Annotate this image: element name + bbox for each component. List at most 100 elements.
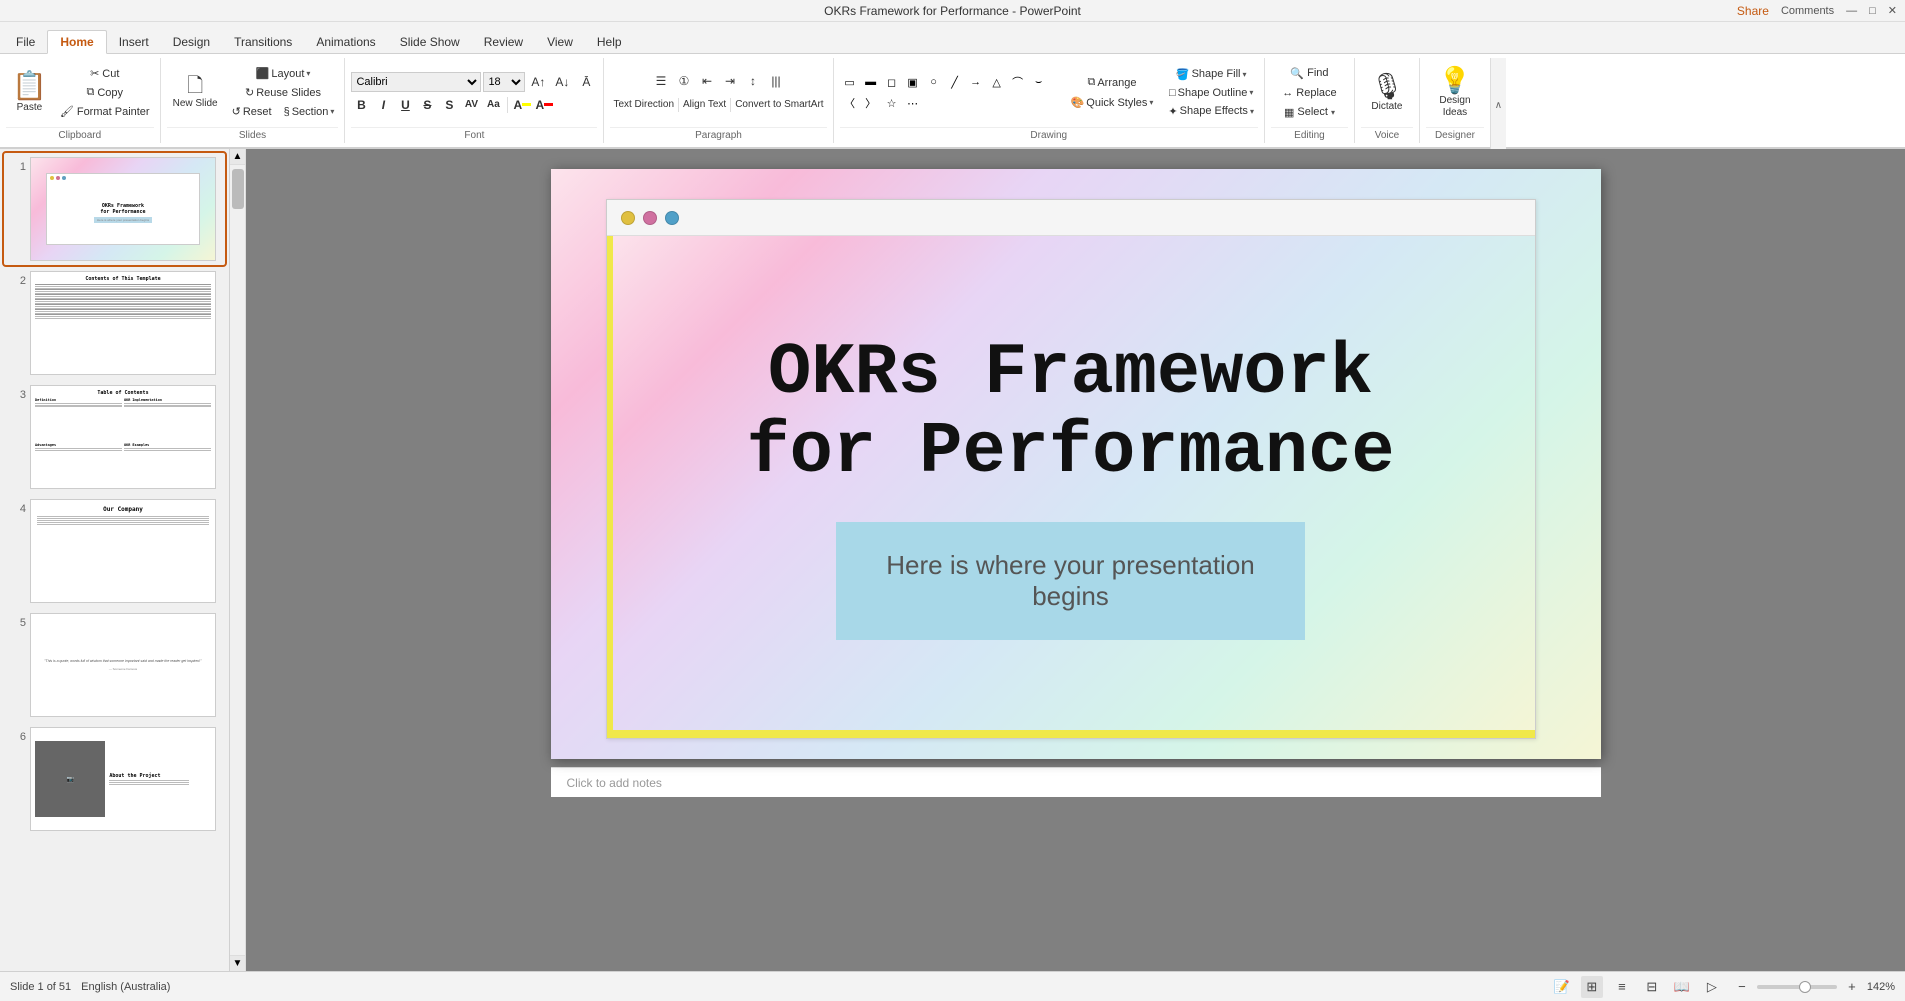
slide-img-5: "This is a quote, words full of wisdom t… bbox=[30, 613, 216, 717]
maximize-button[interactable]: □ bbox=[1869, 5, 1876, 17]
strikethrough-button[interactable]: S bbox=[417, 95, 437, 115]
cut-button[interactable]: ✂ Cut bbox=[56, 65, 154, 82]
slide-thumbnail-2[interactable]: 2 Contents of This Template bbox=[4, 267, 225, 379]
tab-transitions[interactable]: Transitions bbox=[222, 31, 304, 53]
text-direction-button[interactable]: Text Direction bbox=[610, 94, 677, 116]
decrease-indent-button[interactable]: ⇤ bbox=[696, 70, 718, 92]
draw-shape3-button[interactable]: ⌣ bbox=[1029, 72, 1049, 92]
zoom-slider-thumb[interactable] bbox=[1799, 981, 1811, 993]
slide-thumbnail-1[interactable]: 1 OKRs Frameworkfor Performance Here is … bbox=[4, 153, 225, 265]
highlight-color-button[interactable]: A bbox=[512, 95, 532, 115]
tab-insert[interactable]: Insert bbox=[107, 31, 161, 53]
layout-button[interactable]: ⬛ Layout ▾ bbox=[228, 65, 339, 82]
columns-button[interactable]: ||| bbox=[765, 70, 787, 92]
change-case-button[interactable]: Aa bbox=[483, 95, 503, 115]
section-button[interactable]: § Section ▾ bbox=[280, 103, 339, 120]
slide-panel-scrollbar[interactable]: ▲ ▼ bbox=[230, 149, 246, 971]
collapse-ribbon-button[interactable]: ∧ bbox=[1490, 58, 1506, 153]
text-shadow-button[interactable]: S bbox=[439, 95, 459, 115]
ribbon-group-font: Calibri Arial Times New Roman 18 12 14 2… bbox=[345, 58, 604, 143]
scroll-thumb[interactable] bbox=[232, 169, 244, 209]
close-button[interactable]: ✕ bbox=[1888, 4, 1897, 17]
comments-button[interactable]: Comments bbox=[1781, 5, 1834, 17]
tab-slideshow[interactable]: Slide Show bbox=[388, 31, 472, 53]
zoom-out-button[interactable]: − bbox=[1731, 976, 1753, 998]
shape-outline-button[interactable]: □ Shape Outline ▾ bbox=[1164, 85, 1258, 101]
slide-subtitle-box[interactable]: Here is where your presentationbegins bbox=[836, 522, 1305, 640]
draw-rect4-button[interactable]: ▣ bbox=[903, 72, 923, 92]
copy-button[interactable]: ⧉ Copy bbox=[56, 84, 154, 101]
slide-thumbnail-6[interactable]: 6 📷 About the Project bbox=[4, 723, 225, 835]
slide-main-title[interactable]: OKRs Frameworkfor Performance bbox=[746, 334, 1394, 492]
tab-design[interactable]: Design bbox=[161, 31, 222, 53]
quick-styles-button[interactable]: 🎨 Quick Styles ▾ bbox=[1067, 94, 1158, 111]
share-button[interactable]: Share bbox=[1737, 4, 1769, 18]
slide-num-2: 2 bbox=[8, 275, 26, 287]
slide-canvas[interactable]: OKRs Frameworkfor Performance Here is wh… bbox=[551, 169, 1601, 759]
draw-rect-button[interactable]: ▭ bbox=[840, 72, 860, 92]
arrange-button[interactable]: ⧉ Arrange bbox=[1067, 74, 1158, 91]
font-color-button[interactable]: A bbox=[534, 95, 554, 115]
font-size-select[interactable]: 18 12 14 24 36 bbox=[483, 72, 525, 92]
convert-smartart-button[interactable]: Convert to SmartArt bbox=[732, 94, 826, 116]
design-ideas-button[interactable]: 💡 DesignIdeas bbox=[1433, 64, 1477, 122]
shape-effects-button[interactable]: ✦ Shape Effects ▾ bbox=[1164, 103, 1258, 120]
bold-button[interactable]: B bbox=[351, 95, 371, 115]
draw-line-button[interactable]: ╱ bbox=[945, 72, 965, 92]
underline-button[interactable]: U bbox=[395, 95, 415, 115]
decrease-font-button[interactable]: A↓ bbox=[551, 71, 573, 93]
char-spacing-button[interactable]: AV bbox=[461, 95, 481, 115]
increase-indent-button[interactable]: ⇥ bbox=[719, 70, 741, 92]
reuse-slides-button[interactable]: ↻ Reuse Slides bbox=[228, 84, 339, 101]
zoom-slider[interactable] bbox=[1757, 985, 1837, 989]
scroll-up-button[interactable]: ▲ bbox=[230, 149, 245, 165]
draw-rect2-button[interactable]: ▬ bbox=[861, 72, 881, 92]
draw-more-button[interactable]: ⋯ bbox=[903, 93, 923, 113]
align-text-button[interactable]: Align Text bbox=[680, 94, 729, 116]
italic-button[interactable]: I bbox=[373, 95, 393, 115]
slide-thumbnail-5[interactable]: 5 "This is a quote, words full of wisdom… bbox=[4, 609, 225, 721]
draw-shape5-button[interactable]: 〉 bbox=[861, 93, 881, 113]
view-outline-button[interactable]: ≡ bbox=[1611, 976, 1633, 998]
scroll-down-button[interactable]: ▼ bbox=[230, 955, 245, 971]
tab-review[interactable]: Review bbox=[472, 31, 535, 53]
format-painter-button[interactable]: 🖌 Format Painter bbox=[56, 103, 154, 120]
tab-help[interactable]: Help bbox=[585, 31, 634, 53]
draw-rect3-button[interactable]: ◻ bbox=[882, 72, 902, 92]
tab-file[interactable]: File bbox=[4, 31, 47, 53]
new-slide-button[interactable]: 🗋 New Slide bbox=[167, 73, 224, 112]
reset-button[interactable]: ↺ Reset bbox=[228, 103, 276, 120]
zoom-in-button[interactable]: + bbox=[1841, 976, 1863, 998]
slide-thumbnail-4[interactable]: 4 Our Company bbox=[4, 495, 225, 607]
notes-placeholder[interactable]: Click to add notes bbox=[567, 776, 662, 790]
view-grid-button[interactable]: ⊟ bbox=[1641, 976, 1663, 998]
slide-thumbnail-3[interactable]: 3 Table of Contents Definition OKR Imple… bbox=[4, 381, 225, 493]
notes-area[interactable]: Click to add notes bbox=[551, 767, 1601, 797]
draw-shape6-button[interactable]: ☆ bbox=[882, 93, 902, 113]
view-normal-button[interactable]: ⊞ bbox=[1581, 976, 1603, 998]
font-family-select[interactable]: Calibri Arial Times New Roman bbox=[351, 72, 481, 92]
numbering-button[interactable]: ① bbox=[673, 70, 695, 92]
draw-shape2-button[interactable]: ⌒ bbox=[1008, 72, 1028, 92]
find-button[interactable]: 🔍 Find bbox=[1286, 65, 1332, 82]
line-spacing-button[interactable]: ↕ bbox=[742, 70, 764, 92]
tab-view[interactable]: View bbox=[535, 31, 585, 53]
draw-shape4-button[interactable]: 〈 bbox=[840, 93, 860, 113]
bullets-button[interactable]: ☰ bbox=[650, 70, 672, 92]
dictate-button[interactable]: 🎙 Dictate bbox=[1364, 70, 1409, 115]
clear-format-button[interactable]: Ā bbox=[575, 71, 597, 93]
slideshow-button[interactable]: ▷ bbox=[1701, 976, 1723, 998]
minimize-button[interactable]: — bbox=[1846, 5, 1857, 17]
draw-oval-button[interactable]: ○ bbox=[924, 72, 944, 92]
shape-fill-button[interactable]: 🪣 Shape Fill ▾ bbox=[1164, 66, 1258, 83]
view-reading-button[interactable]: 📖 bbox=[1671, 976, 1693, 998]
notes-toggle-button[interactable]: 📝 bbox=[1551, 976, 1573, 998]
tab-home[interactable]: Home bbox=[47, 30, 106, 54]
paste-button[interactable]: 📋 Paste bbox=[6, 69, 53, 116]
increase-font-button[interactable]: A↑ bbox=[527, 71, 549, 93]
select-button[interactable]: ▦ Select ▾ bbox=[1280, 104, 1339, 121]
draw-arrow-button[interactable]: → bbox=[966, 72, 986, 92]
draw-shape1-button[interactable]: △ bbox=[987, 72, 1007, 92]
tab-animations[interactable]: Animations bbox=[304, 31, 387, 53]
replace-button[interactable]: ↔ Replace bbox=[1278, 85, 1340, 101]
